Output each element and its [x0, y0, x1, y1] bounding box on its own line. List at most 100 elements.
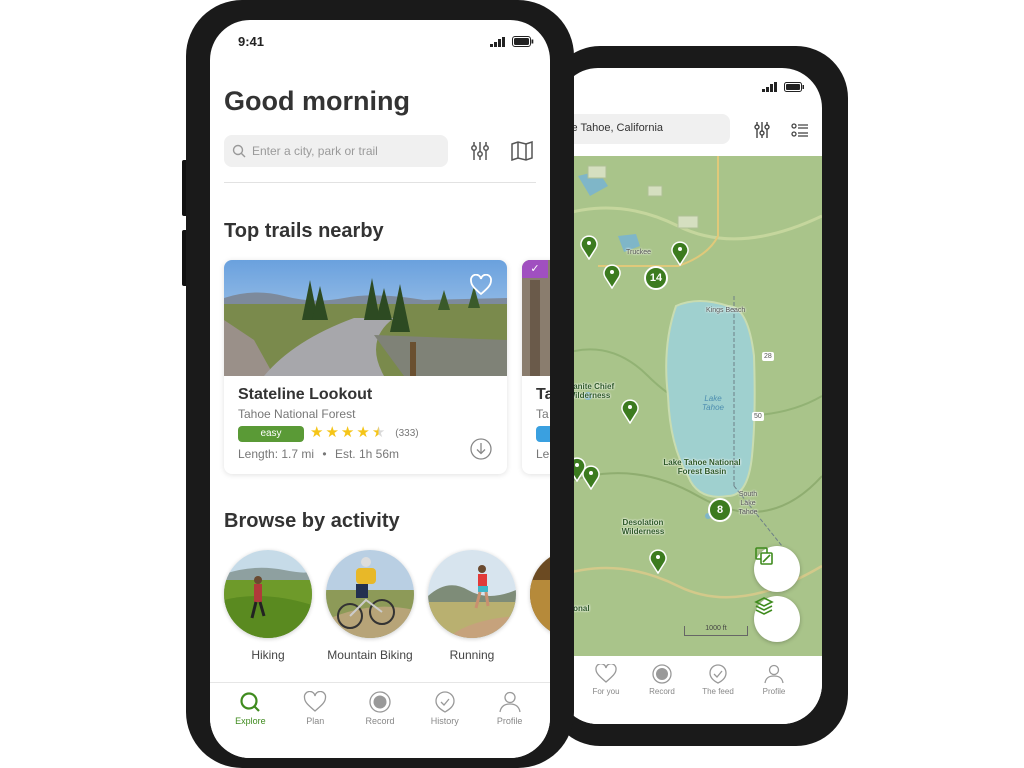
heart-icon	[304, 691, 327, 712]
star-rating: ★ ★ ★ ★ ★ (333)	[310, 424, 419, 442]
status-icons	[490, 36, 534, 47]
half-star-icon: ★	[371, 424, 386, 441]
nav-plan[interactable]: Plan	[283, 683, 348, 758]
nav-profile[interactable]: Profile	[746, 656, 802, 724]
trail-cluster-south[interactable]: 8	[708, 498, 732, 522]
shield-check-icon	[435, 691, 455, 713]
trail-pin[interactable]	[579, 234, 599, 260]
highway-28-shield: 28	[762, 352, 774, 361]
map-layers-button[interactable]	[754, 596, 800, 642]
map-bottom-nav: For you Record The feed Profile	[558, 656, 822, 724]
trail-meta: Length: 1.7 mi • Est. 1h 56m	[238, 447, 399, 461]
activity-photo	[326, 550, 414, 638]
meta-separator: •	[322, 447, 327, 461]
map-screen: ke Tahoe, California Truckee Kings Beach…	[558, 68, 822, 724]
sliders-icon	[471, 142, 489, 160]
user-icon	[498, 691, 521, 713]
nav-record[interactable]: Record	[348, 683, 413, 758]
battery-icon	[784, 82, 804, 92]
map-label-lake-tahoe: Lake Tahoe	[702, 394, 724, 412]
nav-profile[interactable]: Profile	[477, 683, 542, 758]
star-icon: ★	[356, 424, 370, 441]
activity-hiking[interactable]: Hiking	[224, 550, 312, 662]
nav-history[interactable]: History	[412, 683, 477, 758]
trail-pin[interactable]	[581, 464, 601, 490]
map-label-desolation: Desolation Wilderness	[621, 518, 665, 536]
list-icon	[791, 123, 808, 137]
activity-photo	[428, 550, 516, 638]
map-style-button[interactable]	[754, 546, 800, 592]
map-icon	[511, 141, 533, 161]
trail-pin[interactable]	[620, 398, 640, 424]
greeting-title: Good morning	[224, 86, 410, 116]
trail-est-time: Est. 1h 56m	[334, 447, 399, 461]
search-icon	[240, 692, 261, 712]
shield-check-icon	[709, 664, 727, 684]
map-label-tahoe-basin: Lake Tahoe National Forest Basin	[663, 458, 741, 476]
tree-trunk	[530, 280, 540, 376]
star-icon: ★	[310, 424, 324, 441]
download-icon[interactable]	[470, 438, 492, 460]
filter-button[interactable]	[750, 118, 774, 142]
record-icon	[369, 691, 391, 713]
trail-pin[interactable]	[670, 240, 690, 266]
trail-park: Ta	[536, 407, 549, 421]
trail-length: Le	[536, 447, 550, 461]
trail-card[interactable]: Stateline Lookout Tahoe National Forest …	[224, 260, 507, 474]
trail-cluster-north[interactable]: 14	[644, 266, 668, 290]
user-icon	[764, 664, 784, 684]
top-trails-title: Top trails nearby	[224, 220, 384, 242]
bottom-nav: Explore Plan Record History Profile	[210, 682, 550, 758]
search-bar[interactable]	[224, 135, 448, 167]
search-icon	[232, 144, 246, 158]
map-label-truckee: Truckee	[626, 249, 652, 256]
explore-screen: 9:41 Good morning Top trails nearby	[210, 20, 550, 758]
nav-for-you[interactable]: For you	[578, 656, 634, 724]
trail-park: Tahoe National Forest	[238, 407, 356, 421]
map-scale-bar: 1000 ft	[684, 625, 748, 636]
trail-pin[interactable]	[648, 548, 668, 574]
activity-label: Hiking	[251, 648, 285, 662]
activity-photo	[530, 550, 550, 638]
status-time: 9:41	[238, 34, 265, 49]
map-label-kings-beach: Kings Beach	[706, 307, 746, 314]
activity-label: Mountain Biking	[327, 648, 413, 662]
highway-50-shield: 50	[752, 412, 764, 421]
activity-label: Running	[449, 648, 495, 662]
trail-photo: ✓	[522, 260, 550, 376]
trail-photo	[224, 260, 507, 376]
trail-pin[interactable]	[602, 263, 622, 289]
nav-explore[interactable]: Explore	[218, 683, 283, 758]
rating-count: (333)	[395, 427, 419, 439]
divider	[224, 182, 536, 183]
favorite-heart-icon[interactable]	[469, 274, 493, 296]
list-view-button[interactable]	[788, 118, 812, 142]
layers-icon	[754, 597, 774, 615]
nav-record[interactable]: Record	[634, 656, 690, 724]
activity-mountain-biking[interactable]: Mountain Biking	[326, 550, 414, 662]
trail-card-partial[interactable]: ✓ Ta Ta Le	[522, 260, 550, 474]
filter-button[interactable]	[468, 139, 492, 163]
nav-the-feed[interactable]: The feed	[690, 656, 746, 724]
activity-backpacking[interactable]: Bac	[530, 550, 550, 662]
star-icon: ★	[340, 424, 355, 441]
battery-icon	[512, 36, 534, 47]
trail-name: Ta	[536, 386, 550, 403]
activity-running[interactable]: Running	[428, 550, 516, 662]
activity-photo	[224, 550, 312, 638]
browse-activity-title: Browse by activity	[224, 510, 400, 532]
signal-icon	[762, 82, 777, 92]
completed-check-icon: ✓	[522, 260, 548, 278]
map-view-button[interactable]	[510, 139, 534, 163]
trail-map[interactable]: Truckee Kings Beach Granite Chief Wilder…	[558, 156, 822, 656]
search-input[interactable]	[252, 144, 432, 158]
location-search-input[interactable]: ke Tahoe, California	[558, 114, 730, 144]
trail-name: Stateline Lookout	[238, 386, 373, 403]
star-icon: ★	[325, 424, 339, 441]
heart-icon	[595, 664, 617, 683]
explore-phone: 9:41 Good morning Top trails nearby	[186, 0, 574, 768]
status-icons	[762, 82, 804, 92]
difficulty-badge	[536, 426, 550, 442]
overlay-squares-icon	[755, 547, 773, 565]
sliders-icon	[754, 122, 770, 138]
